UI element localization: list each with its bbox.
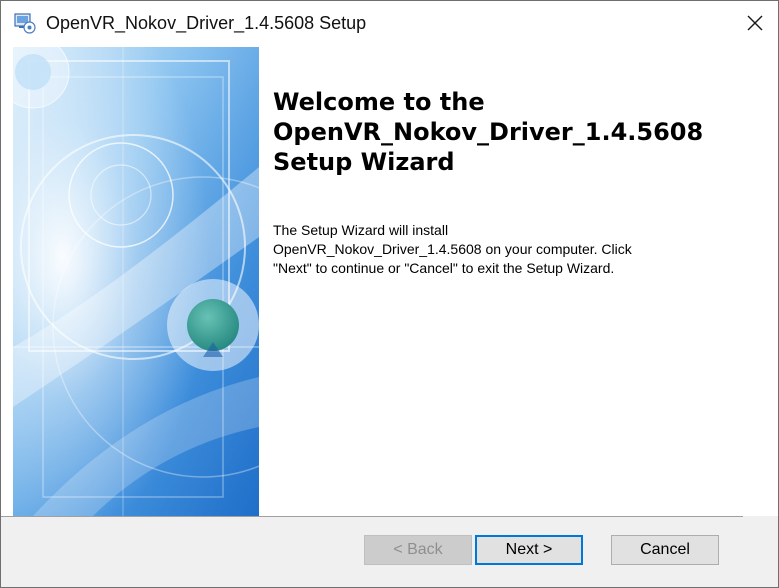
description-line: The Setup Wizard will install xyxy=(273,222,449,238)
window-title: OpenVR_Nokov_Driver_1.4.5608 Setup xyxy=(46,13,367,33)
wizard-banner-image xyxy=(13,47,259,516)
cancel-button[interactable]: Cancel xyxy=(611,535,719,565)
description-line: "Next" to continue or "Cancel" to exit t… xyxy=(273,260,615,276)
title-bar[interactable]: OpenVR_Nokov_Driver_1.4.5608 Setup xyxy=(1,1,778,45)
next-button[interactable]: Next > xyxy=(475,535,583,565)
close-icon xyxy=(747,15,763,31)
heading-line: Setup Wizard xyxy=(273,148,455,176)
welcome-heading: Welcome to the OpenVR_Nokov_Driver_1.4.5… xyxy=(273,87,763,177)
wizard-content: Welcome to the OpenVR_Nokov_Driver_1.4.5… xyxy=(1,45,778,516)
welcome-description: The Setup Wizard will install OpenVR_Nok… xyxy=(273,221,743,278)
description-line: OpenVR_Nokov_Driver_1.4.5608 on your com… xyxy=(273,241,632,257)
setup-wizard-window: OpenVR_Nokov_Driver_1.4.5608 Setup Welco… xyxy=(0,0,779,588)
heading-line: Welcome to the xyxy=(273,88,485,116)
installer-icon xyxy=(14,12,36,34)
heading-line: OpenVR_Nokov_Driver_1.4.5608 xyxy=(273,118,704,146)
button-bar: < Back Next > Cancel xyxy=(1,517,778,587)
back-button[interactable]: < Back xyxy=(364,535,472,565)
close-button[interactable] xyxy=(732,1,778,45)
